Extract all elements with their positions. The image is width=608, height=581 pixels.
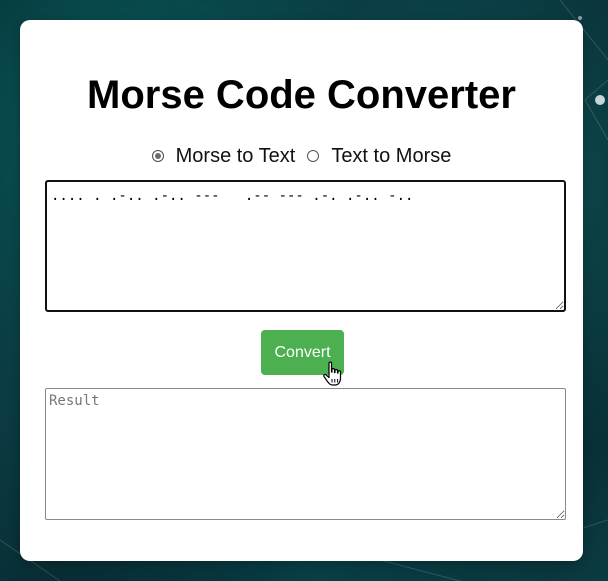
mode-option-label: Text to Morse (331, 144, 452, 167)
result-output[interactable] (45, 388, 566, 520)
converter-card: Morse Code Converter Morse to Text Text … (20, 20, 583, 561)
morse-input[interactable]: .... . .-.. .-.. --- .-- --- .-. .-.. -.… (45, 180, 566, 312)
convert-button[interactable]: Convert (261, 330, 344, 375)
radio-selected-icon[interactable] (151, 150, 164, 162)
mode-option-morse-to-text[interactable]: Morse to Text (151, 144, 296, 168)
radio-unselected-icon[interactable] (307, 150, 320, 162)
mode-option-text-to-morse[interactable]: Text to Morse (307, 145, 451, 168)
mode-selector: Morse to Text Text to Morse (20, 144, 583, 168)
mode-option-label: Morse to Text (175, 144, 296, 167)
page-title: Morse Code Converter (87, 73, 516, 117)
